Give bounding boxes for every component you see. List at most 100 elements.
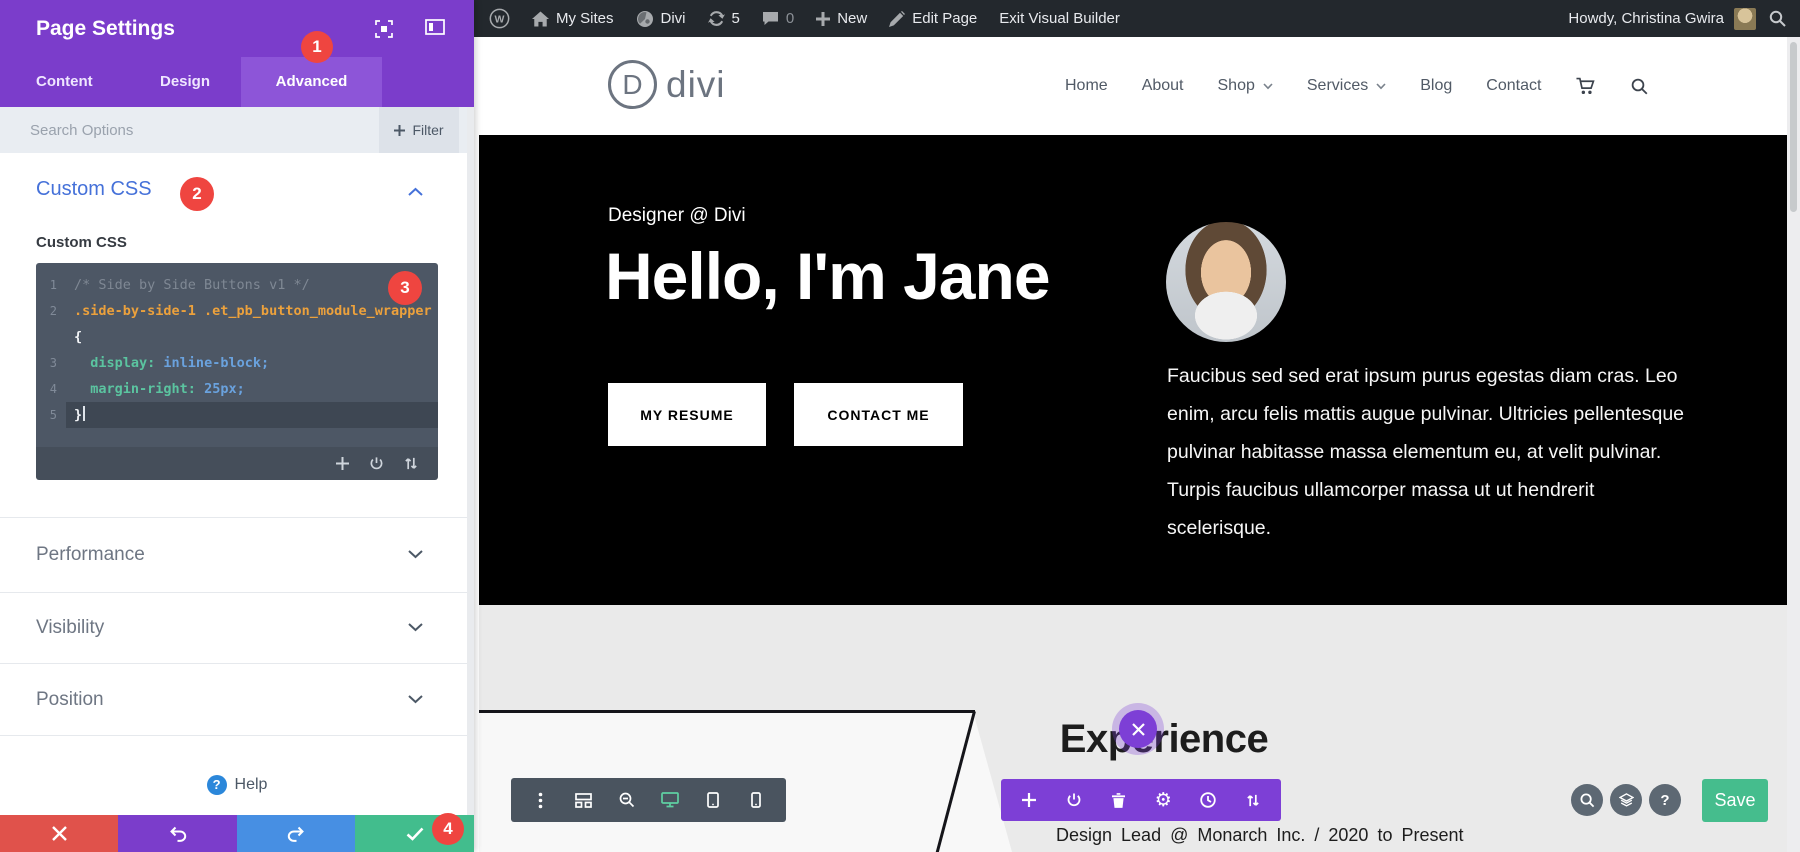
help-button[interactable]: ? [1649,784,1681,816]
nav-home[interactable]: Home [1065,77,1108,95]
header-search-icon[interactable] [1631,78,1648,95]
discard-button[interactable] [0,815,118,852]
panel-position-icon[interactable] [425,19,445,39]
step-badge-3: 3 [388,271,422,305]
save-button[interactable]: Save [1702,779,1768,822]
code-comment: /* Side by Side Buttons v1 */ [74,277,310,293]
wp-admin-bar: W My Sites Divi [474,0,1800,37]
site-icon [636,10,654,28]
home-icon [532,11,549,27]
site-logo[interactable]: D divi [608,60,726,109]
delete-icon[interactable] [1106,793,1132,808]
add-module-icon[interactable] [1016,793,1042,807]
browser-scrollbar[interactable] [1787,37,1800,852]
account-menu[interactable]: Howdy, Christina Gwira [1560,10,1732,27]
reorder-icon[interactable] [1240,793,1266,808]
custom-css-code-editor[interactable]: 1 /* Side by Side Buttons v1 */ 2 .side-… [36,263,438,480]
panel-action-bar [0,815,474,852]
site-name-label: Divi [661,10,686,27]
admin-search-icon[interactable] [1765,10,1800,27]
tab-design[interactable]: Design [160,57,210,107]
hero-title: Hello, I'm Jane [605,238,1050,314]
divi-visual-builder: Page Settings Content Design Advanced 1 [0,0,1800,852]
settings-gear-icon[interactable]: ⚙ [1150,791,1176,810]
logo-mark: D [608,60,657,109]
desktop-view-icon[interactable] [657,792,683,808]
nav-about[interactable]: About [1142,77,1184,95]
code-brace: } [74,407,82,423]
updates-menu[interactable]: 5 [697,0,751,37]
phone-view-icon[interactable] [743,792,769,808]
exit-visual-builder[interactable]: Exit Visual Builder [988,0,1131,37]
tab-content[interactable]: Content [36,57,93,107]
site-nav: Home About Shop Services Blog Contact [1065,37,1648,135]
comment-icon [762,11,779,26]
line-number: 4 [36,376,66,402]
tab-advanced[interactable]: Advanced [241,57,382,107]
tablet-view-icon[interactable] [700,792,726,808]
filter-button[interactable]: Filter [379,107,459,153]
nav-blog[interactable]: Blog [1420,77,1452,95]
my-sites-menu[interactable]: My Sites [521,0,625,37]
wireframe-view-icon[interactable] [571,793,597,808]
close-module-button[interactable] [1119,710,1157,748]
section-visibility[interactable]: Visibility [0,592,474,663]
code-property: margin-right: [74,381,196,397]
section-border-top [479,710,975,713]
drag-handle-icon[interactable] [528,792,554,809]
section-label: Performance [36,518,145,592]
code-line: 3 display: inline-block; [36,350,438,376]
custom-css-section-heading[interactable]: Custom CSS [36,178,152,201]
nav-shop[interactable]: Shop [1218,77,1273,95]
chevron-up-icon[interactable] [408,187,423,196]
pencil-icon [889,11,905,27]
zoom-out-icon[interactable] [614,792,640,808]
comments-count: 0 [786,10,794,27]
expand-settings-icon[interactable] [374,19,394,39]
help-icon: ? [207,775,227,795]
panel-scrollbar[interactable] [467,107,474,815]
hero-eyebrow: Designer @ Divi [608,205,746,227]
new-content-menu[interactable]: New [805,0,878,37]
code-editor-toolbar [36,447,438,480]
save-to-library-icon[interactable] [1061,792,1087,808]
chevron-down-icon [408,550,423,559]
section-performance[interactable]: Performance [0,517,474,592]
undo-button[interactable] [118,815,237,852]
my-resume-button[interactable]: MY RESUME [608,383,766,446]
history-clock-icon[interactable] [1195,792,1221,808]
exit-visual-builder-label: Exit Visual Builder [999,10,1120,27]
add-icon[interactable] [336,457,349,470]
page-zoom-button[interactable] [1571,784,1603,816]
search-options-input[interactable] [30,107,310,153]
import-icon[interactable] [369,456,384,471]
step-badge-4: 4 [432,813,464,845]
nav-services[interactable]: Services [1307,77,1386,95]
code-editor-area[interactable]: 1 /* Side by Side Buttons v1 */ 2 .side-… [36,263,438,447]
new-label: New [837,10,867,27]
sort-icon[interactable] [404,456,418,471]
section-position[interactable]: Position [0,663,474,736]
code-selector: .side-by-side-1 .et_pb_button_module_wra… [74,303,432,319]
responsive-preview-toolbar [511,778,786,822]
comments-menu[interactable]: 0 [751,0,805,37]
filter-button-label: Filter [412,122,443,138]
layers-button[interactable] [1610,784,1642,816]
help-link[interactable]: ? Help [0,768,474,802]
redo-button[interactable] [237,815,355,852]
nav-contact[interactable]: Contact [1486,77,1541,95]
text-cursor [83,406,85,421]
contact-me-button[interactable]: CONTACT ME [794,383,963,446]
line-number: 1 [36,272,66,298]
chevron-down-icon [1263,83,1273,90]
edit-page-menu[interactable]: Edit Page [878,0,988,37]
builder-gutter [474,37,479,852]
panel-header: Page Settings Content Design Advanced [0,0,474,107]
site-menu[interactable]: Divi [625,0,697,37]
cart-icon[interactable] [1575,77,1597,95]
updates-icon [708,10,725,27]
avatar[interactable] [1734,8,1756,30]
wp-logo-menu[interactable]: W [478,0,521,37]
scrollbar-thumb[interactable] [1790,42,1797,212]
section-label: Position [36,664,104,735]
